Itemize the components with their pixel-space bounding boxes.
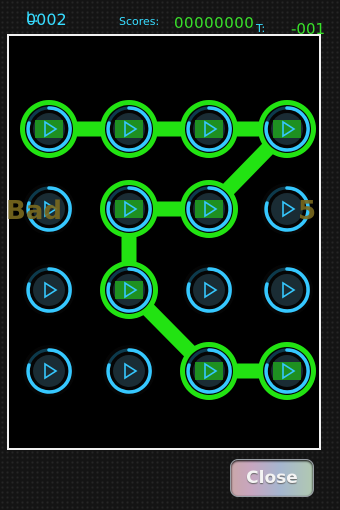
pattern-node-r4-c3[interactable] xyxy=(180,342,238,400)
pattern-node-r3-c3[interactable] xyxy=(183,264,235,316)
pattern-node-r3-c4[interactable] xyxy=(261,264,313,316)
scores-value: 00000000 xyxy=(174,14,255,32)
pattern-node-r2-c2[interactable] xyxy=(100,180,158,238)
level-value: 0002 xyxy=(26,10,67,29)
pattern-node-r1-c2[interactable] xyxy=(100,100,158,158)
pattern-node-r3-c1[interactable] xyxy=(23,264,75,316)
pattern-node-r2-c3[interactable] xyxy=(180,180,238,238)
game-board[interactable] xyxy=(7,34,321,450)
pattern-node-r1-c4[interactable] xyxy=(258,100,316,158)
scores-label: Scores: xyxy=(119,15,160,28)
pattern-node-r3-c2[interactable] xyxy=(100,261,158,319)
feedback-text-bad: Bad xyxy=(6,196,62,226)
pattern-grid[interactable] xyxy=(9,36,319,448)
close-button[interactable]: Close xyxy=(230,459,314,497)
pattern-node-r1-c1[interactable] xyxy=(20,100,78,158)
pattern-node-r4-c4[interactable] xyxy=(258,342,316,400)
hud-bar: L: 0002 Scores: 00000000 T: -001 xyxy=(0,0,340,38)
pattern-node-r1-c3[interactable] xyxy=(180,100,238,158)
pattern-node-r4-c1[interactable] xyxy=(23,345,75,397)
pattern-node-r4-c2[interactable] xyxy=(103,345,155,397)
feedback-text-number: 5 xyxy=(298,196,317,226)
